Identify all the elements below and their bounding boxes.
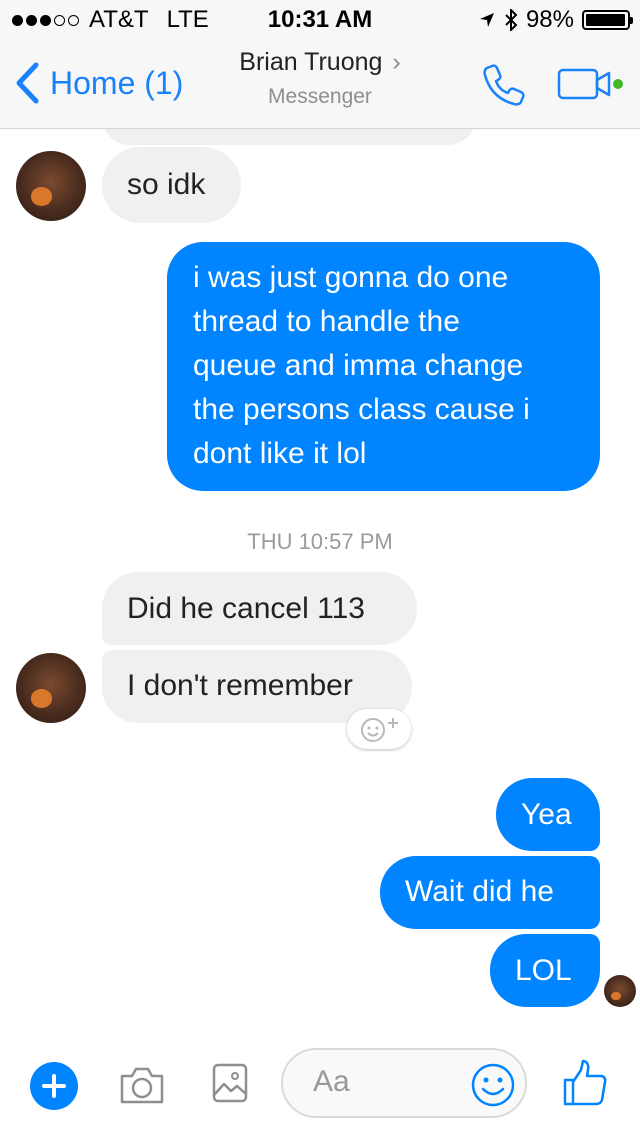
plus-icon[interactable] <box>30 1062 78 1110</box>
add-reaction-button[interactable] <box>347 709 411 749</box>
message-bubble[interactable]: Wait did he <box>380 856 600 929</box>
message-bubble[interactable]: so idk <box>102 147 241 223</box>
message-line: queue and imma change <box>193 349 524 382</box>
battery-percentage: 98% <box>525 6 574 33</box>
add-reaction-icon <box>361 718 398 742</box>
thumbs-up-icon[interactable] <box>562 1058 608 1108</box>
phone-icon[interactable] <box>481 62 527 108</box>
contact-avatar[interactable] <box>16 151 86 221</box>
camera-icon[interactable] <box>118 1064 166 1106</box>
location-arrow-icon <box>479 13 494 27</box>
message-bubble[interactable]: i was just gonna do one thread to handle… <box>167 242 600 491</box>
message-text: so idk <box>127 168 206 201</box>
nav-bar: Home (1) Brian Truong › Messenger <box>0 40 640 129</box>
contact-avatar[interactable] <box>16 653 86 723</box>
read-receipt-avatar <box>604 975 636 1007</box>
app-subtitle: Messenger <box>268 85 372 108</box>
conversation-header[interactable]: Brian Truong › Messenger <box>0 48 640 109</box>
battery-icon <box>582 10 633 30</box>
message-text: Wait did he <box>405 875 554 908</box>
emoji-icon[interactable] <box>470 1062 516 1108</box>
message-bubble[interactable]: Yea <box>496 778 600 851</box>
message-text: I don't remember <box>127 669 353 702</box>
message-bubble[interactable]: LOL <box>490 934 600 1007</box>
message-input-placeholder: Aa <box>313 1065 350 1098</box>
message-thread[interactable]: so idk i was just gonna do one thread to… <box>0 129 640 1029</box>
contact-name-row: Brian Truong › <box>0 48 640 77</box>
message-line: thread to handle the <box>193 305 460 338</box>
message-line: the persons class cause i <box>193 393 530 426</box>
bluetooth-icon <box>505 9 518 31</box>
message-text: Did he cancel 113 <box>127 592 365 625</box>
contact-name: Brian Truong <box>239 48 383 76</box>
message-bubble[interactable]: Did he cancel 113 <box>102 572 417 645</box>
composer-bar: Aa <box>0 1036 640 1136</box>
image-icon[interactable] <box>211 1062 249 1104</box>
status-right: 98% <box>478 6 633 34</box>
video-camera-icon[interactable] <box>557 66 625 102</box>
partial-message-bubble <box>102 129 476 145</box>
chevron-right-icon: › <box>392 48 401 76</box>
status-bar: AT&T LTE 10:31 AM 98% <box>0 0 640 40</box>
message-text: LOL <box>515 954 572 987</box>
online-status-dot <box>613 79 623 89</box>
message-text: Yea <box>521 798 572 831</box>
message-timestamp: THU 10:57 PM <box>247 529 393 554</box>
message-line: i was just gonna do one <box>193 261 509 294</box>
message-line: dont like it lol <box>193 437 367 470</box>
